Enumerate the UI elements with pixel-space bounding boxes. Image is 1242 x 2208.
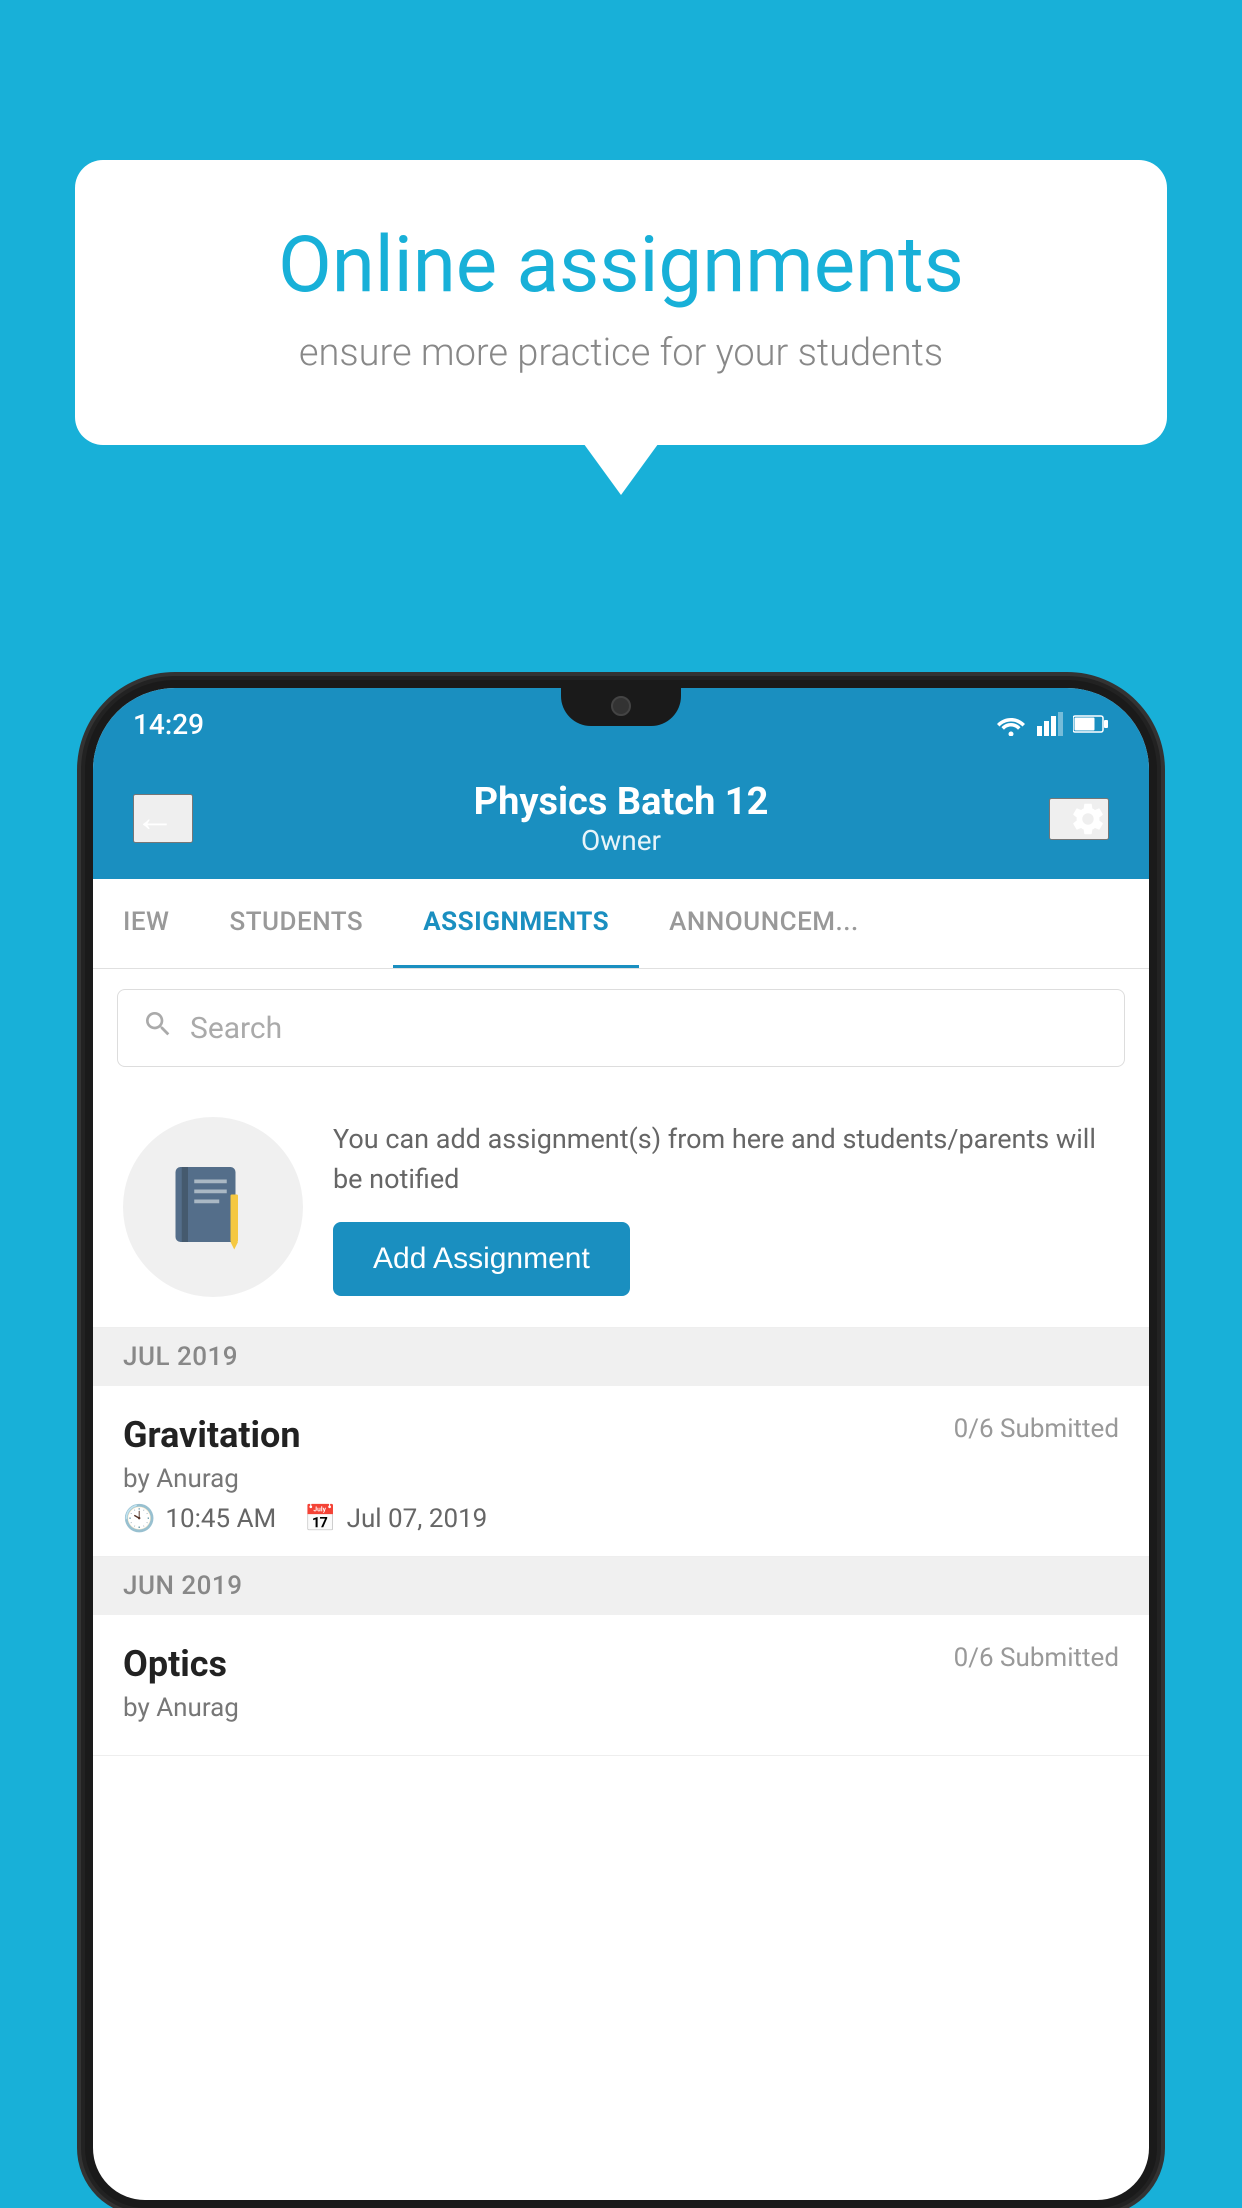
assignment-meta: 🕙 10:45 AM 📅 Jul 07, 2019 [123, 1504, 1119, 1534]
assignment-top-row: Gravitation 0/6 Submitted [123, 1414, 1119, 1456]
assignment-by: by Anurag [123, 1464, 1119, 1494]
tab-iew[interactable]: IEW [93, 879, 199, 968]
search-container: Search [93, 969, 1149, 1087]
tab-announcements[interactable]: ANNOUNCEM... [639, 879, 889, 968]
tab-students[interactable]: STUDENTS [199, 879, 393, 968]
settings-button[interactable] [1049, 798, 1109, 840]
back-button[interactable]: ← [133, 794, 193, 843]
assignment-submitted-optics: 0/6 Submitted [954, 1643, 1119, 1673]
promo-text: You can add assignment(s) from here and … [333, 1119, 1119, 1200]
header-subtitle: Owner [193, 824, 1049, 857]
status-time: 14:29 [133, 708, 204, 741]
search-placeholder: Search [190, 1011, 282, 1046]
promo-content: You can add assignment(s) from here and … [333, 1119, 1119, 1296]
assignment-item-gravitation[interactable]: Gravitation 0/6 Submitted by Anurag 🕙 10… [93, 1386, 1149, 1557]
clock-icon: 🕙 [123, 1504, 155, 1534]
status-icons [995, 712, 1109, 736]
speech-bubble-subtitle: ensure more practice for your students [155, 331, 1087, 375]
search-bar[interactable]: Search [117, 989, 1125, 1067]
notebook-icon [163, 1157, 263, 1257]
assignment-time-value: 10:45 AM [165, 1504, 276, 1534]
assignment-item-optics[interactable]: Optics 0/6 Submitted by Anurag [93, 1615, 1149, 1756]
promo-section: You can add assignment(s) from here and … [93, 1087, 1149, 1328]
gear-icon [1069, 800, 1107, 838]
assignment-date: 📅 Jul 07, 2019 [304, 1504, 487, 1534]
assignment-submitted: 0/6 Submitted [954, 1414, 1119, 1444]
header-title: Physics Batch 12 [193, 780, 1049, 824]
header-center: Physics Batch 12 Owner [193, 780, 1049, 857]
battery-icon [1073, 714, 1109, 734]
assignment-name: Gravitation [123, 1414, 301, 1456]
speech-bubble: Online assignments ensure more practice … [75, 160, 1167, 445]
assignment-top-row-optics: Optics 0/6 Submitted [123, 1643, 1119, 1685]
assignment-time: 🕙 10:45 AM [123, 1504, 276, 1534]
signal-icon [1037, 712, 1063, 736]
search-icon [142, 1008, 174, 1048]
speech-bubble-container: Online assignments ensure more practice … [75, 160, 1167, 445]
speech-bubble-title: Online assignments [155, 220, 1087, 311]
tabs-container: IEW STUDENTS ASSIGNMENTS ANNOUNCEM... [93, 879, 1149, 969]
promo-icon-circle [123, 1117, 303, 1297]
month-header-jul: JUL 2019 [93, 1328, 1149, 1386]
phone-inner: 14:29 [93, 688, 1149, 2200]
wifi-icon [995, 712, 1027, 736]
tab-assignments[interactable]: ASSIGNMENTS [393, 879, 639, 968]
phone-frame: 14:29 [85, 680, 1157, 2208]
calendar-icon: 📅 [304, 1504, 336, 1534]
front-camera [611, 696, 631, 716]
assignment-name-optics: Optics [123, 1643, 227, 1685]
app-header: ← Physics Batch 12 Owner [93, 760, 1149, 879]
assignment-date-value: Jul 07, 2019 [347, 1504, 488, 1534]
add-assignment-button[interactable]: Add Assignment [333, 1222, 630, 1296]
month-header-jun: JUN 2019 [93, 1557, 1149, 1615]
phone-notch [561, 688, 681, 726]
status-bar: 14:29 [93, 688, 1149, 760]
assignment-by-optics: by Anurag [123, 1693, 1119, 1723]
